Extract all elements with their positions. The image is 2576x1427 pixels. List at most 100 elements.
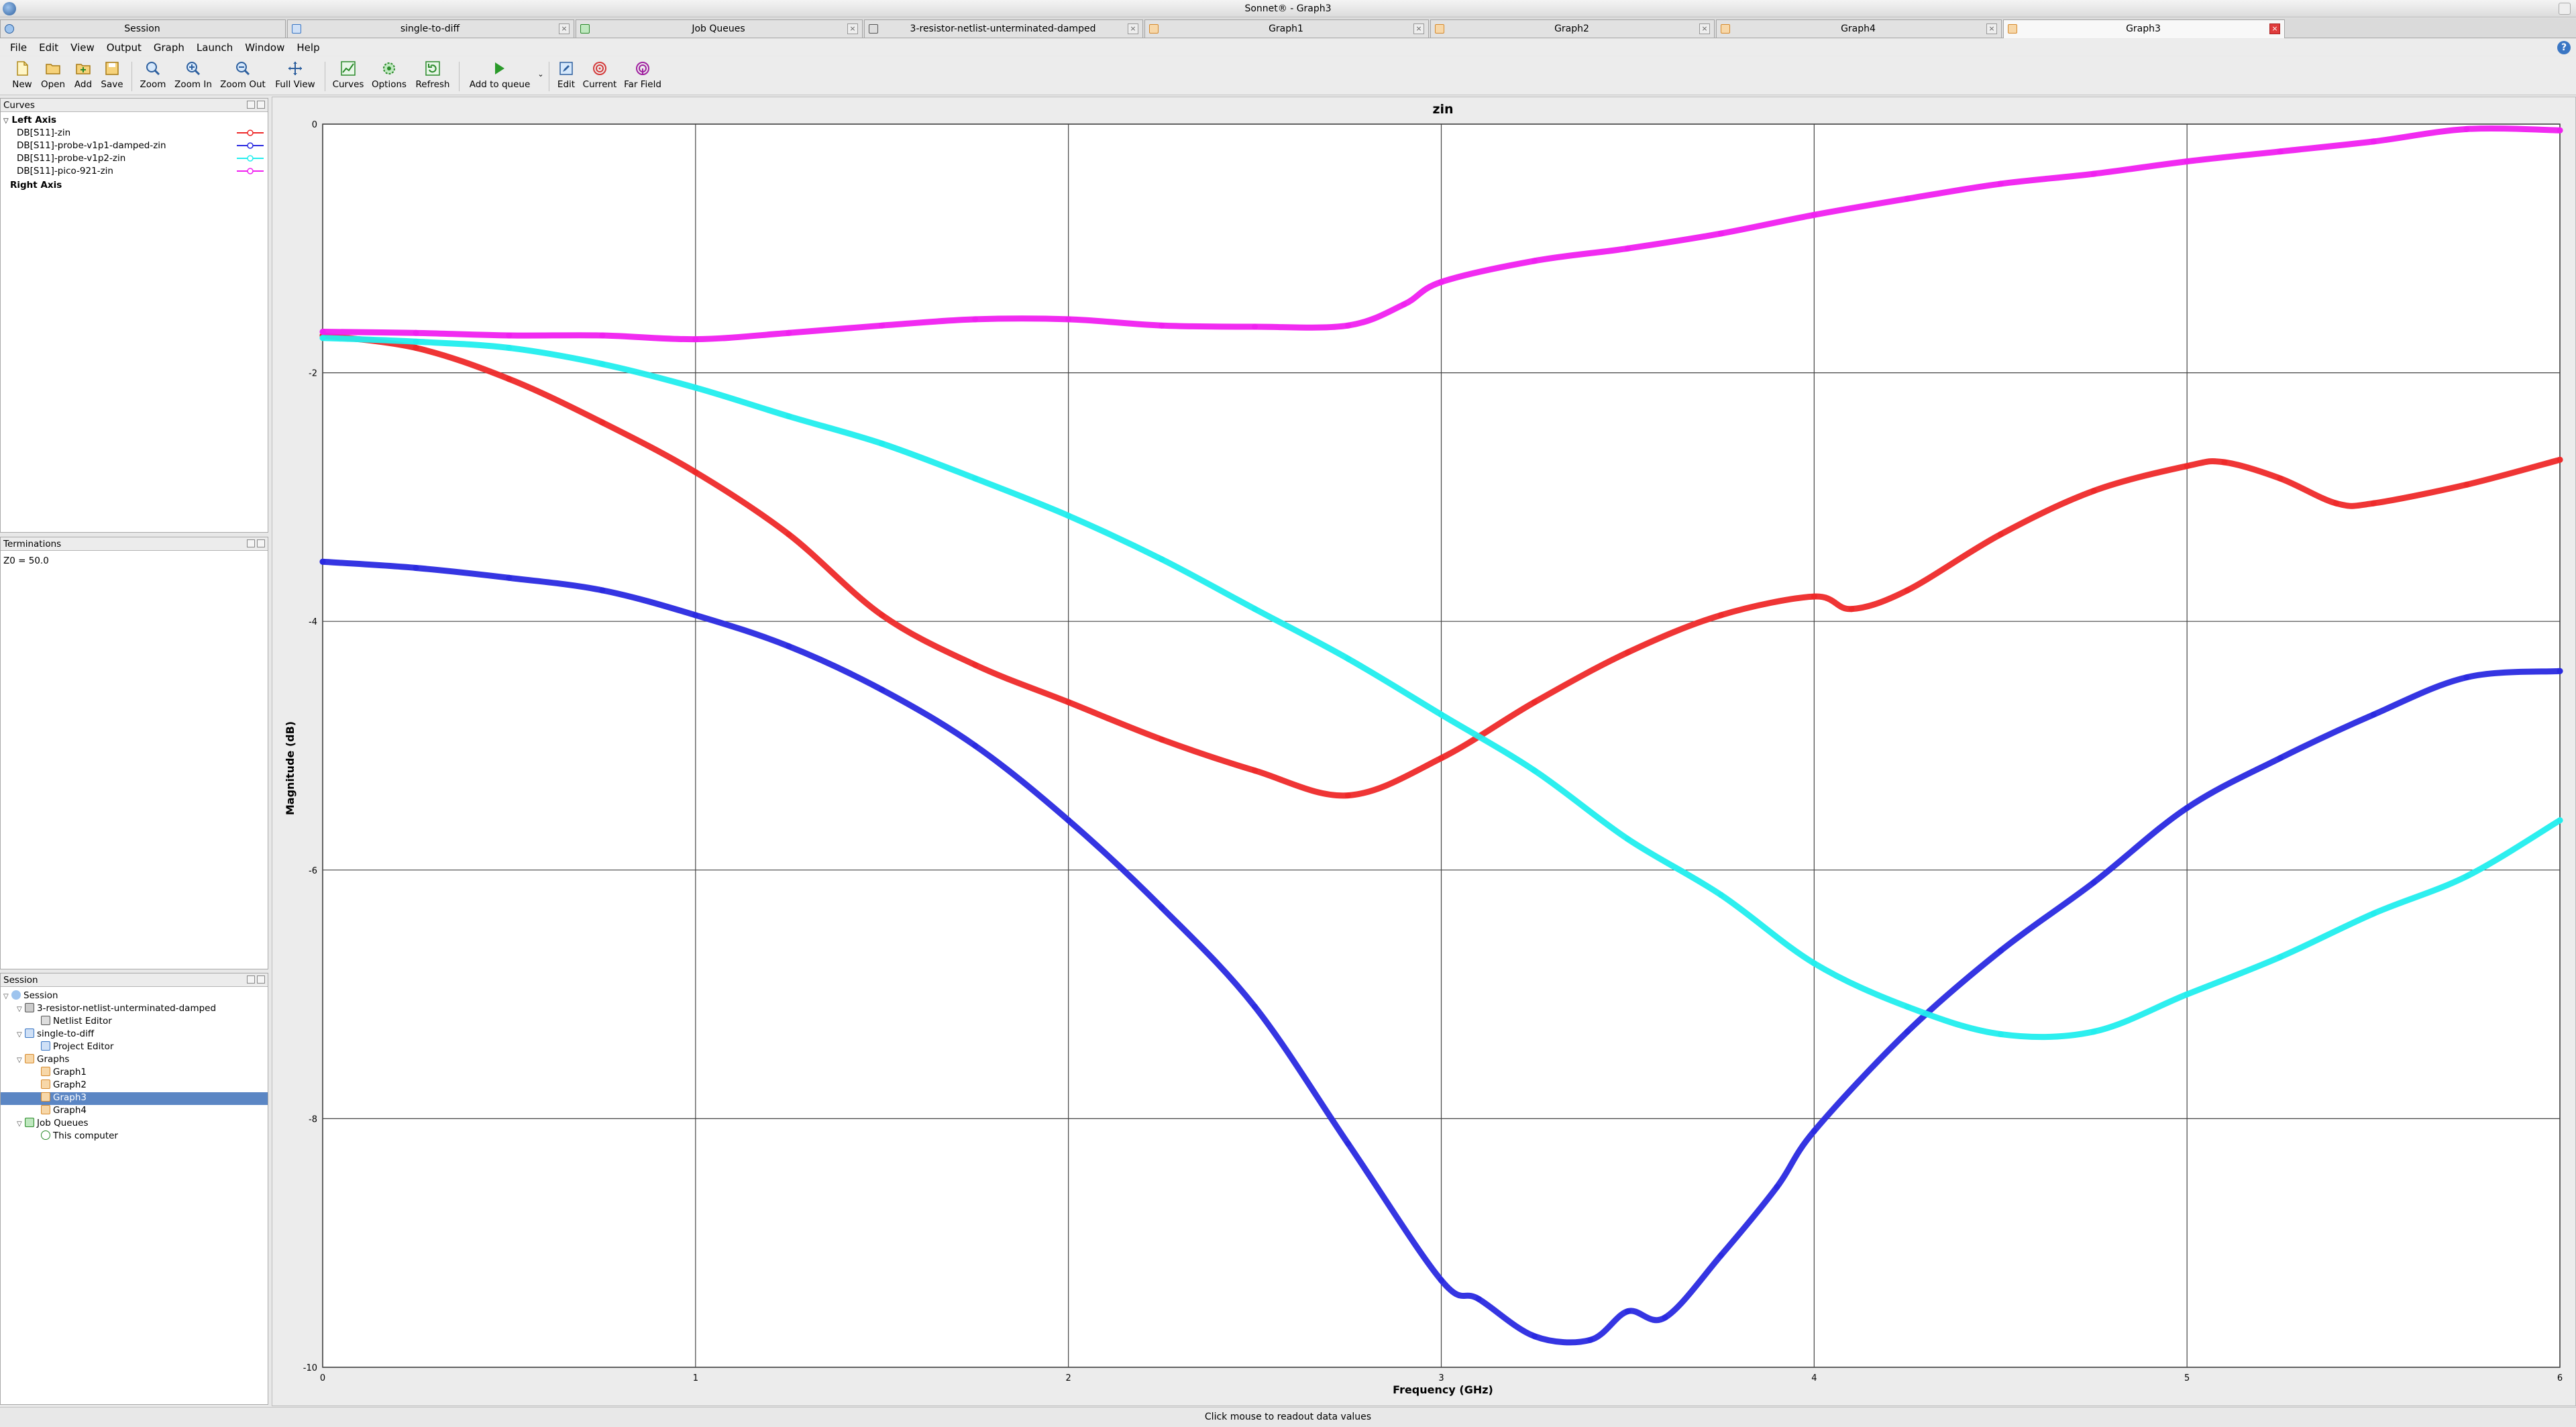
add-button[interactable]: Add [70, 60, 97, 90]
x-tick-label: 0 [320, 1373, 325, 1383]
check-icon [41, 1130, 50, 1140]
curve-item[interactable]: DB[S11]-probe-v1p1-damped-zin [17, 140, 264, 152]
tree-item-graph2[interactable]: Graph2 [33, 1079, 87, 1092]
chevron-down-icon[interactable]: ▽ [17, 1031, 25, 1039]
menu-view[interactable]: View [64, 42, 101, 54]
toolbar-separator [131, 62, 132, 91]
tab-netlist[interactable]: 3-resistor-netlist-unterminated-damped × [864, 19, 1143, 38]
chevron-down-icon: ▽ [3, 117, 9, 125]
tab-single-to-diff[interactable]: single-to-diff × [287, 19, 574, 38]
tree-item-graphs[interactable]: ▽ Graphs [17, 1054, 69, 1067]
data-point [692, 612, 699, 619]
menu-launch[interactable]: Launch [191, 42, 239, 54]
tab-graph3[interactable]: Graph3 × [2003, 19, 2285, 38]
close-icon[interactable] [257, 539, 265, 547]
data-point [1848, 606, 1855, 613]
curves-button[interactable]: Curves [330, 60, 366, 90]
tab-session[interactable]: Session [0, 19, 286, 38]
data-point [1159, 736, 1165, 743]
close-icon[interactable]: × [1413, 23, 1424, 34]
close-icon[interactable]: × [2269, 23, 2280, 34]
tree-item-project-editor[interactable]: Project Editor [33, 1041, 113, 1054]
right-axis-group[interactable]: Right Axis [10, 180, 62, 191]
tab-job-queues[interactable]: Job Queues × [576, 19, 863, 38]
add-to-queue-button[interactable]: Add to queue [464, 60, 535, 90]
data-point [1345, 322, 1351, 329]
close-icon[interactable]: × [1699, 23, 1710, 34]
chevron-down-icon[interactable]: ▽ [17, 1006, 25, 1013]
help-icon[interactable]: ? [2557, 41, 2571, 54]
tab-label: Job Queues [692, 23, 745, 34]
options-button[interactable]: Options [370, 60, 408, 90]
close-icon[interactable] [257, 101, 265, 109]
tab-graph1[interactable]: Graph1 × [1144, 19, 1429, 38]
restore-icon[interactable] [247, 539, 255, 547]
close-icon[interactable]: × [1986, 23, 1997, 34]
zoom-out-button[interactable]: Zoom Out [217, 60, 268, 90]
menu-help[interactable]: Help [290, 42, 325, 54]
tree-item-graph4[interactable]: Graph4 [33, 1105, 87, 1118]
tab-graph2[interactable]: Graph2 × [1430, 19, 1715, 38]
edit-button[interactable]: Edit [553, 60, 580, 90]
tree-item-this-computer[interactable]: This computer [33, 1130, 118, 1143]
curve-item[interactable]: DB[S11]-pico-921-zin [17, 166, 264, 178]
menu-file[interactable]: File [4, 42, 33, 54]
menu-graph[interactable]: Graph [148, 42, 191, 54]
zoom-in-button[interactable]: Zoom In [172, 60, 215, 90]
chevron-down-icon[interactable]: ▽ [3, 993, 11, 1000]
refresh-button[interactable]: Refresh [412, 60, 453, 90]
window-control-button[interactable] [2559, 3, 2571, 15]
close-icon[interactable]: × [847, 23, 858, 34]
folder-open-icon [46, 64, 60, 74]
add-to-queue-dropdown[interactable]: ⌄ [535, 70, 546, 78]
curves-panel-header: Curves [1, 99, 268, 112]
data-point [506, 574, 513, 581]
save-button[interactable]: Save [98, 60, 126, 90]
data-point [2333, 500, 2339, 507]
tree-item-graph3[interactable]: Graph3 [1, 1092, 268, 1105]
tree-item-graph1[interactable]: Graph1 [33, 1067, 87, 1079]
data-point [1904, 1004, 1911, 1010]
graph-canvas[interactable]: zin 0 1 2 3 4 5 60-2-4-6-8-10 Frequency (GHz) … [272, 97, 2576, 1407]
edit-icon [559, 62, 573, 75]
close-icon[interactable]: × [559, 23, 570, 34]
graph-area[interactable]: zin 0 1 2 3 4 5 6 0 -2 -4 -6 -8 -10 Frequency (GHz) … [272, 97, 2576, 1406]
menu-window[interactable]: Window [239, 42, 290, 54]
restore-icon[interactable] [247, 975, 255, 984]
data-point [1624, 1308, 1631, 1315]
close-icon[interactable] [257, 975, 265, 984]
data-point [879, 322, 885, 329]
data-point [2184, 804, 2190, 811]
data-point [1997, 531, 2004, 537]
x-tick-label: 5 [2184, 1373, 2190, 1383]
restore-icon[interactable] [247, 101, 255, 109]
left-axis-group[interactable]: ▽ Left Axis [3, 115, 56, 125]
open-button[interactable]: Open [39, 60, 67, 90]
current-button[interactable]: Current [581, 60, 619, 90]
chevron-down-icon[interactable]: ▽ [17, 1120, 25, 1128]
tree-item-netlist-project[interactable]: ▽ 3-resistor-netlist-unterminated-damped [17, 1003, 216, 1016]
data-point [319, 558, 326, 565]
chevron-down-icon[interactable]: ▽ [17, 1057, 25, 1064]
add-folder-icon [76, 64, 91, 74]
curve-item[interactable]: DB[S11]-zin [17, 127, 264, 140]
data-point [2277, 954, 2284, 960]
status-text: Click mouse to readout data values [1204, 1412, 1372, 1422]
close-icon[interactable]: × [1128, 23, 1138, 34]
tab-graph4[interactable]: Graph4 × [1716, 19, 2002, 38]
tree-item-netlist-editor[interactable]: Netlist Editor [33, 1016, 112, 1028]
tree-item-session[interactable]: ▽ Session [3, 990, 58, 1003]
tree-item-single-to-diff[interactable]: ▽ single-to-diff [17, 1028, 94, 1041]
new-button[interactable]: New [8, 60, 36, 90]
data-point [2277, 755, 2284, 761]
tree-item-job-queues[interactable]: ▽ Job Queues [17, 1118, 89, 1130]
menu-output[interactable]: Output [101, 42, 148, 54]
data-point [1624, 836, 1631, 842]
curve-item[interactable]: DB[S11]-probe-v1p2-zin [17, 153, 264, 165]
new-file-icon [17, 61, 28, 76]
zoom-button[interactable]: Zoom [137, 60, 169, 90]
far-field-button[interactable]: Far Field [621, 60, 664, 90]
menu-edit[interactable]: Edit [33, 42, 64, 54]
full-view-button[interactable]: Full View [271, 60, 319, 90]
data-point [1811, 593, 1817, 600]
